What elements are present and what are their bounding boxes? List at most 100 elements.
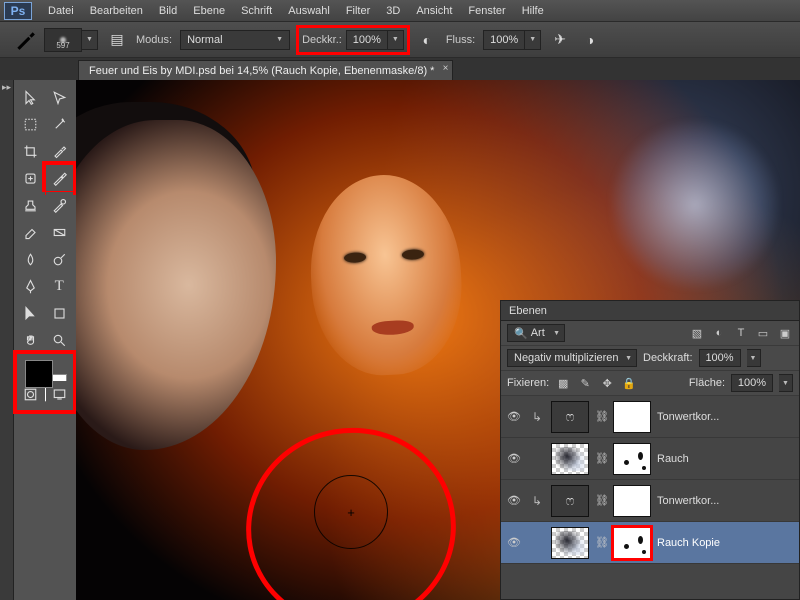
layer-row[interactable]: 👁 ⛓ Rauch Kopie	[501, 522, 799, 564]
flow-dropdown[interactable]: ▼	[525, 30, 541, 50]
path-select-tool[interactable]	[17, 300, 45, 326]
canvas-area: + Ebenen 🔍 Art ▧ ◐ T ▭ ▣ Negativ multipl…	[76, 80, 800, 600]
pen-tool[interactable]	[17, 273, 45, 299]
layer-name[interactable]: Rauch	[657, 453, 795, 465]
eraser-tool[interactable]	[17, 219, 45, 245]
menu-filter[interactable]: Filter	[338, 5, 378, 17]
menu-type[interactable]: Schrift	[233, 5, 280, 17]
link-icon: ⛓	[595, 452, 607, 465]
pressure-opacity-icon[interactable]: ◐	[416, 29, 438, 51]
lock-label: Fixieren:	[507, 377, 549, 389]
layer-name[interactable]: Tonwertkor...	[657, 411, 795, 423]
menu-edit[interactable]: Bearbeiten	[82, 5, 151, 17]
flow-label: Fluss:	[446, 34, 475, 46]
hand-tool[interactable]	[17, 327, 45, 353]
layer-opacity-label: Deckkraft:	[643, 352, 693, 364]
visibility-icon[interactable]: 👁	[505, 410, 523, 423]
mask-thumb[interactable]	[613, 401, 651, 433]
layer-blend-select[interactable]: Negativ multiplizieren	[507, 349, 637, 367]
opacity-field[interactable]: 100%	[346, 30, 388, 50]
eyedropper-tool[interactable]	[46, 138, 74, 164]
arrow-tool[interactable]	[46, 84, 74, 110]
healing-tool[interactable]	[17, 165, 45, 191]
brush-size-value: 597	[56, 41, 69, 50]
filter-adjust-icon[interactable]: ◐	[711, 325, 727, 341]
lock-all-icon[interactable]: 🔒	[621, 375, 637, 391]
document-tab-strip: Feuer und Eis by MDI.psd bei 14,5% (Rauc…	[0, 58, 800, 80]
brush-panel-toggle-icon[interactable]: ▤	[106, 29, 128, 51]
opacity-group: Deckkr.: 100% ▼	[298, 27, 408, 53]
menu-layer[interactable]: Ebene	[185, 5, 233, 17]
zoom-tool[interactable]	[46, 327, 74, 353]
history-brush-tool[interactable]	[46, 192, 74, 218]
clip-icon: ↳	[529, 494, 545, 508]
tool-palette: T	[14, 80, 76, 600]
collapsed-dock[interactable]: ▸▸	[0, 80, 14, 600]
opacity-dropdown[interactable]: ▼	[388, 30, 404, 50]
layer-name[interactable]: Rauch Kopie	[657, 537, 795, 549]
layer-name[interactable]: Tonwertkor...	[657, 495, 795, 507]
link-icon: ⛓	[595, 536, 607, 549]
gradient-tool[interactable]	[46, 219, 74, 245]
blend-mode-select[interactable]: Normal	[180, 30, 290, 50]
layers-panel-tab[interactable]: Ebenen	[501, 301, 799, 321]
filter-shape-icon[interactable]: ▭	[755, 325, 771, 341]
brush-tool[interactable]	[46, 165, 74, 191]
link-icon: ⛓	[595, 410, 607, 423]
lock-transparent-icon[interactable]: ▩	[555, 375, 571, 391]
pressure-size-icon[interactable]: ◑	[579, 29, 601, 51]
menu-file[interactable]: Datei	[40, 5, 82, 17]
type-tool[interactable]: T	[46, 273, 74, 299]
layer-row[interactable]: 👁 ↳ ෆ ⛓ Tonwertkor...	[501, 480, 799, 522]
menu-window[interactable]: Fenster	[460, 5, 513, 17]
layer-opacity-field[interactable]: 100%	[699, 349, 741, 367]
visibility-icon[interactable]: 👁	[505, 494, 523, 507]
close-icon[interactable]: ×	[443, 63, 449, 74]
layer-opacity-caret[interactable]: ▼	[747, 349, 761, 367]
menu-select[interactable]: Auswahl	[280, 5, 338, 17]
document-tab[interactable]: Feuer und Eis by MDI.psd bei 14,5% (Rauc…	[78, 60, 453, 80]
options-bar: 597 ▼ ▤ Modus: Normal Deckkr.: 100% ▼ ◐ …	[0, 22, 800, 58]
blur-tool[interactable]	[17, 246, 45, 272]
mask-thumb[interactable]	[613, 443, 651, 475]
layer-filter-kind[interactable]: 🔍 Art	[507, 324, 565, 342]
mask-thumb[interactable]	[613, 527, 651, 559]
brush-tool-icon[interactable]	[14, 29, 36, 51]
move-tool[interactable]	[17, 84, 45, 110]
flow-field[interactable]: 100%	[483, 30, 525, 50]
marquee-tool[interactable]	[17, 111, 45, 137]
lock-position-icon[interactable]: ✥	[599, 375, 615, 391]
mode-label: Modus:	[136, 34, 172, 46]
menu-view[interactable]: Ansicht	[408, 5, 460, 17]
filter-smart-icon[interactable]: ▣	[777, 325, 793, 341]
document-canvas[interactable]: + Ebenen 🔍 Art ▧ ◐ T ▭ ▣ Negativ multipl…	[76, 80, 800, 600]
visibility-icon[interactable]: 👁	[505, 452, 523, 465]
fill-caret[interactable]: ▼	[779, 374, 793, 392]
brush-picker[interactable]: 597 ▼	[44, 28, 98, 52]
layer-thumb[interactable]: ෆ	[551, 485, 589, 517]
menu-help[interactable]: Hilfe	[514, 5, 552, 17]
stamp-tool[interactable]	[17, 192, 45, 218]
visibility-icon[interactable]: 👁	[505, 536, 523, 549]
menu-image[interactable]: Bild	[151, 5, 185, 17]
crop-tool[interactable]	[17, 138, 45, 164]
layer-row[interactable]: 👁 ⛓ Rauch	[501, 438, 799, 480]
menu-3d[interactable]: 3D	[378, 5, 408, 17]
layer-list: 👁 ↳ ෆ ⛓ Tonwertkor... 👁 ⛓ Rauch 👁	[501, 396, 799, 599]
menu-bar: Ps Datei Bearbeiten Bild Ebene Schrift A…	[0, 0, 800, 22]
layer-thumb[interactable]	[551, 443, 589, 475]
layer-row[interactable]: 👁 ↳ ෆ ⛓ Tonwertkor...	[501, 396, 799, 438]
foreground-swatch[interactable]	[25, 360, 53, 388]
wand-tool[interactable]	[46, 111, 74, 137]
filter-pixel-icon[interactable]: ▧	[689, 325, 705, 341]
fill-field[interactable]: 100%	[731, 374, 773, 392]
mask-thumb[interactable]	[613, 485, 651, 517]
filter-type-icon[interactable]: T	[733, 325, 749, 341]
airbrush-icon[interactable]: ✈	[549, 29, 571, 51]
layer-thumb[interactable]	[551, 527, 589, 559]
shape-tool[interactable]	[46, 300, 74, 326]
layer-thumb[interactable]: ෆ	[551, 401, 589, 433]
lock-pixels-icon[interactable]: ✎	[577, 375, 593, 391]
dodge-tool[interactable]	[46, 246, 74, 272]
clip-icon: ↳	[529, 410, 545, 424]
